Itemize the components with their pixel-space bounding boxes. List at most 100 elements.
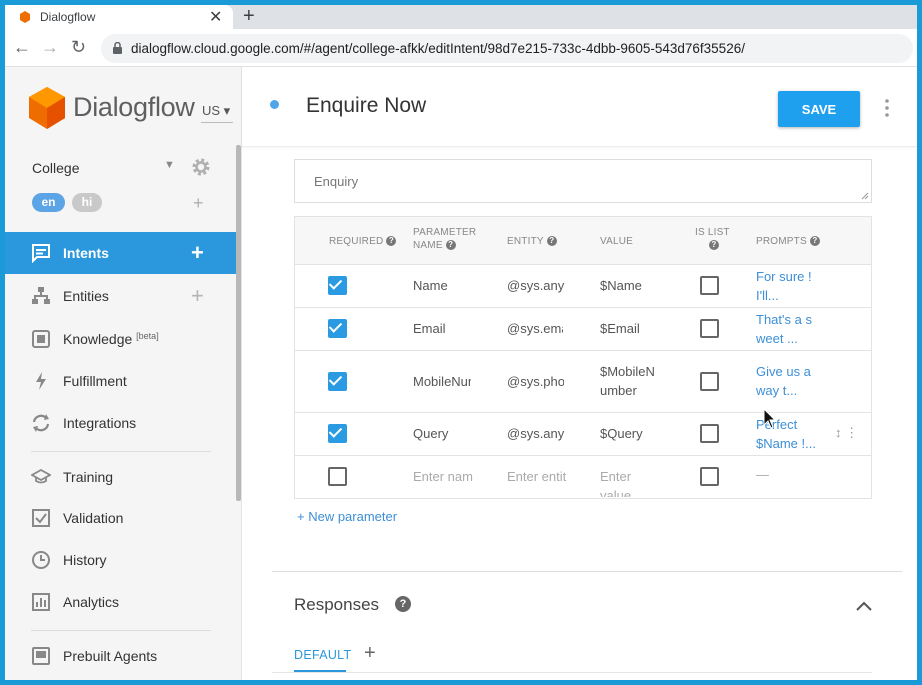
sidebar-item-entities[interactable]: Entities + bbox=[5, 275, 237, 317]
sidebar-item-analytics[interactable]: Analytics bbox=[5, 581, 237, 623]
tab-default[interactable]: DEFAULT bbox=[294, 648, 351, 662]
required-checkbox[interactable] bbox=[328, 424, 347, 443]
validation-icon bbox=[32, 509, 50, 527]
help-icon[interactable]: ? bbox=[546, 236, 557, 247]
help-icon[interactable]: ? bbox=[708, 240, 719, 251]
intent-name-field[interactable]: Enquire Now bbox=[306, 94, 426, 118]
entity-cell[interactable]: @sys.phor bbox=[507, 372, 564, 391]
sidebar-divider bbox=[31, 451, 211, 452]
sidebar-item-intents[interactable]: Intents + bbox=[5, 232, 237, 274]
agent-name[interactable]: College bbox=[32, 160, 79, 176]
language-chip-en[interactable]: en bbox=[32, 193, 65, 212]
language-chip-hi[interactable]: hi bbox=[72, 193, 102, 212]
add-intent-button[interactable]: + bbox=[191, 240, 204, 266]
help-icon[interactable]: ? bbox=[809, 236, 820, 247]
more-vert-icon[interactable] bbox=[885, 99, 889, 117]
value-input[interactable]: Enter value bbox=[600, 467, 640, 497]
table-row[interactable]: Email @sys.ema $Email That's a s weet ..… bbox=[295, 308, 871, 351]
sidebar-item-label: Knowledge [beta] bbox=[63, 331, 159, 347]
sidebar-scrollbar[interactable] bbox=[236, 145, 241, 501]
value-cell[interactable]: $Email bbox=[600, 319, 670, 338]
agent-dropdown-icon[interactable]: ▼ bbox=[164, 159, 175, 171]
value-cell[interactable]: $Name bbox=[600, 276, 670, 295]
add-response-tab-button[interactable]: + bbox=[364, 642, 376, 665]
prompt-cell[interactable]: That's a s weet ... bbox=[756, 310, 816, 348]
region-select[interactable]: US ▾ bbox=[202, 103, 230, 119]
add-language-button[interactable]: + bbox=[193, 193, 204, 214]
table-row-new[interactable]: Enter nam Enter entit Enter value — bbox=[295, 456, 871, 498]
new-tab-button[interactable]: + bbox=[243, 5, 255, 27]
beta-badge: [beta] bbox=[136, 331, 159, 341]
is-list-checkbox[interactable] bbox=[700, 319, 719, 338]
parameter-name-cell[interactable]: MobileNur bbox=[413, 372, 471, 391]
header-parameter-name: PARAMETER NAME? bbox=[413, 227, 477, 251]
entity-cell[interactable]: @sys.ema bbox=[507, 319, 563, 338]
settings-gear-icon[interactable] bbox=[190, 156, 212, 178]
help-icon[interactable]: ? bbox=[445, 240, 456, 251]
entity-input[interactable]: Enter entit bbox=[507, 467, 569, 486]
header-value: VALUE bbox=[600, 236, 634, 247]
intents-icon bbox=[32, 244, 50, 263]
required-checkbox[interactable] bbox=[328, 372, 347, 391]
training-icon bbox=[31, 468, 51, 484]
required-checkbox[interactable] bbox=[328, 276, 347, 295]
action-name-field[interactable]: Enquiry bbox=[294, 159, 872, 203]
analytics-icon bbox=[32, 593, 50, 611]
address-bar[interactable]: dialogflow.cloud.google.com/#/agent/coll… bbox=[101, 34, 913, 63]
parameters-table-header: REQUIRED? PARAMETER NAME? ENTITY? VALUE I… bbox=[295, 217, 871, 265]
sidebar-item-label: Prebuilt Agents bbox=[63, 648, 158, 664]
prompt-cell[interactable]: — bbox=[756, 465, 769, 484]
sidebar-item-label: Training bbox=[63, 469, 114, 485]
help-icon[interactable]: ? bbox=[386, 236, 397, 247]
tab-close-icon[interactable]: ✕ bbox=[209, 7, 222, 27]
resize-handle-icon[interactable] bbox=[861, 192, 869, 200]
table-row[interactable]: Name @sys.any $Name For sure ! I'll... bbox=[295, 265, 871, 308]
back-icon[interactable]: ← bbox=[13, 37, 31, 57]
sidebar-item-validation[interactable]: Validation bbox=[5, 497, 237, 539]
parameter-name-cell[interactable]: Email bbox=[413, 319, 493, 338]
sidebar-item-integrations[interactable]: Integrations bbox=[5, 402, 237, 444]
add-entity-button[interactable]: + bbox=[191, 283, 204, 309]
row-reorder-menu-icon[interactable]: ↕ ⋮ bbox=[835, 425, 858, 441]
entity-cell[interactable]: @sys.any bbox=[507, 276, 577, 295]
brand-name: Dialogflow bbox=[73, 92, 195, 122]
dialogflow-logo-icon bbox=[29, 87, 65, 129]
sidebar-item-label: Analytics bbox=[63, 594, 120, 610]
header-is-list: IS LIST? bbox=[695, 227, 730, 251]
new-parameter-button[interactable]: + New parameter bbox=[297, 509, 397, 524]
sidebar-item-fulfillment[interactable]: Fulfillment bbox=[5, 360, 237, 402]
section-divider bbox=[272, 571, 902, 572]
prompt-cell[interactable]: For sure ! I'll... bbox=[756, 267, 820, 305]
required-checkbox[interactable] bbox=[328, 467, 347, 486]
chevron-up-icon[interactable] bbox=[856, 601, 872, 611]
forward-icon[interactable]: → bbox=[41, 37, 59, 57]
sidebar-item-label: History bbox=[63, 552, 107, 568]
value-cell[interactable]: $MobileN umber bbox=[600, 362, 660, 400]
sidebar-item-prebuilt-agents[interactable]: Prebuilt Agents bbox=[5, 635, 237, 677]
is-list-checkbox[interactable] bbox=[700, 372, 719, 391]
is-list-checkbox[interactable] bbox=[700, 424, 719, 443]
sidebar-item-history[interactable]: History bbox=[5, 539, 237, 581]
save-button[interactable]: SAVE bbox=[778, 91, 860, 127]
entity-cell[interactable]: @sys.any bbox=[507, 424, 577, 443]
required-checkbox[interactable] bbox=[328, 319, 347, 338]
fulfillment-icon bbox=[36, 372, 46, 390]
header-prompts: PROMPTS? bbox=[756, 235, 820, 248]
sidebar-item-label: Entities bbox=[63, 288, 109, 304]
help-icon[interactable]: ? bbox=[395, 596, 411, 612]
table-row[interactable]: MobileNur @sys.phor $MobileN umber Give … bbox=[295, 351, 871, 413]
value-cell[interactable]: $Query bbox=[600, 424, 670, 443]
is-list-checkbox[interactable] bbox=[700, 276, 719, 295]
sidebar-item-training[interactable]: Training bbox=[5, 456, 237, 498]
prompt-cell[interactable]: Give us a way t... bbox=[756, 362, 820, 400]
sidebar-item-label: Validation bbox=[63, 510, 124, 526]
reload-icon[interactable]: ↻ bbox=[71, 37, 86, 57]
table-row[interactable]: Query @sys.any $Query Perfect $Name !...… bbox=[295, 413, 871, 456]
is-list-checkbox[interactable] bbox=[700, 467, 719, 486]
parameter-name-input[interactable]: Enter nam bbox=[413, 467, 475, 486]
parameter-name-cell[interactable]: Name bbox=[413, 276, 493, 295]
parameter-name-cell[interactable]: Query bbox=[413, 424, 493, 443]
lock-icon bbox=[113, 42, 122, 54]
sidebar-item-knowledge[interactable]: Knowledge [beta] bbox=[5, 318, 237, 360]
browser-tab[interactable]: Dialogflow ✕ bbox=[5, 5, 233, 29]
